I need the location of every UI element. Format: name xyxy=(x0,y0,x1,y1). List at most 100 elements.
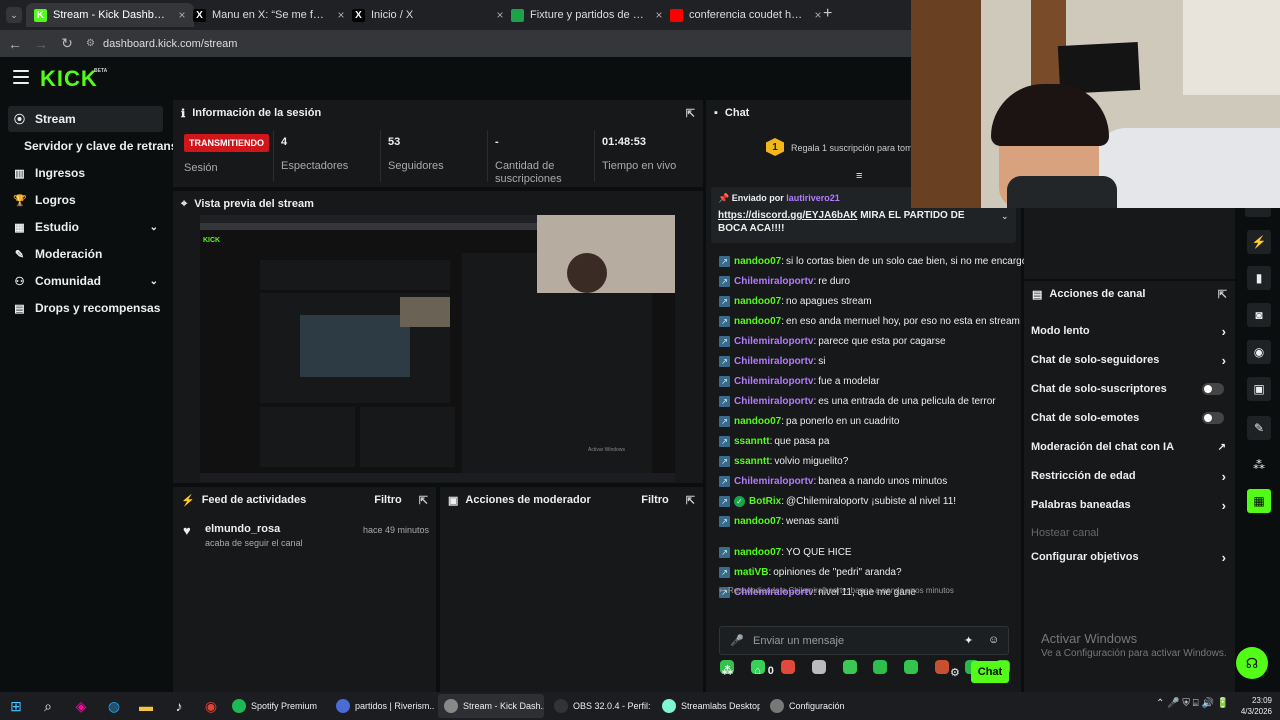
chat-scroll-icon[interactable]: ≡ xyxy=(856,170,862,182)
reload-icon[interactable]: ↻ xyxy=(54,35,80,52)
browser-tab[interactable]: Fixture y partidos de 04-03-202× xyxy=(503,3,671,27)
tab-search-icon[interactable]: ⌄ xyxy=(6,7,22,23)
hamburger-menu-icon[interactable] xyxy=(13,70,29,84)
chat-message[interactable]: ↗ nandoo07: YO QUE HICE xyxy=(719,547,852,558)
chat-settings-icon[interactable]: ⚙ xyxy=(950,666,960,679)
clapper-icon[interactable]: ▦ xyxy=(1247,489,1271,513)
url-field[interactable]: ⚙ dashboard.kick.com/stream xyxy=(86,38,237,50)
chat-username[interactable]: nandoo07 xyxy=(734,296,781,307)
chat-username[interactable]: Chilemiraloportv xyxy=(734,276,813,287)
browser-tab[interactable]: conferencia coudet hoy - YouTu× xyxy=(662,3,830,27)
chat-message[interactable]: ↗ nandoo07: si lo cortas bien de un solo c… xyxy=(719,256,1027,267)
stream-preview-video[interactable]: KICK Activar Windows xyxy=(200,215,675,482)
sidebar-item[interactable]: ⚇ Comunidad ⌄ xyxy=(8,268,163,294)
chat-username[interactable]: nandoo07 xyxy=(734,547,781,558)
chat-username[interactable]: nandoo07 xyxy=(734,416,781,427)
chat-username[interactable]: nandoo07 xyxy=(734,256,781,267)
chat-message[interactable]: ↗ Chilemiraloportv: fue a modelar xyxy=(719,376,879,387)
chat-username[interactable]: ssanntt xyxy=(734,436,770,447)
browser-tab[interactable]: X Inicio / X × xyxy=(344,3,512,27)
id-card-icon[interactable]: ▣ xyxy=(1247,377,1271,401)
mod-filter-button[interactable]: Filtro xyxy=(641,494,669,506)
community-icon[interactable]: ⁂ xyxy=(1247,453,1271,477)
chat-message[interactable]: ↗ ssanntt: que pasa pa xyxy=(719,436,829,447)
emoji-icon[interactable]: ☺ xyxy=(988,634,999,646)
chat-message[interactable]: ↗ Chilemiraloportv: si xyxy=(719,356,825,367)
activity-user[interactable]: elmundo_rosa xyxy=(205,523,280,535)
browser-tab[interactable]: K Stream - Kick Dashboard × xyxy=(26,3,194,27)
message-icon[interactable]: ◙ xyxy=(1247,303,1271,327)
chat-username[interactable]: nandoo07 xyxy=(734,316,781,327)
chat-message[interactable]: ↗ Chilemiraloportv: parece que esta por ca… xyxy=(719,336,946,347)
sidebar-item[interactable]: ⦿ Stream xyxy=(8,106,163,132)
chat-message[interactable]: ↗ matiVB: opiniones de "pedri" aranda? xyxy=(719,567,902,578)
sparkle-icon[interactable]: ✦ xyxy=(964,634,973,647)
gift-sub-text[interactable]: Regala 1 suscripción para toma xyxy=(791,143,918,153)
sidebar-item[interactable]: Servidor y clave de retransm xyxy=(8,133,173,159)
chat-message[interactable]: ↗ nandoo07: en eso anda mernuel hoy, por e… xyxy=(719,316,1020,327)
chat-username[interactable]: Chilemiraloportv xyxy=(734,376,813,387)
emote-icon[interactable] xyxy=(934,660,949,674)
browser-tab[interactable]: XManu en X: “Se me fue larga? A× xyxy=(185,3,353,27)
tiktok-icon[interactable]: ♪ xyxy=(162,692,196,720)
sidebar-item[interactable]: ▦ Estudio ⌄ xyxy=(8,214,163,240)
pinned-link[interactable]: https://discord.gg/EYJA6bAK xyxy=(718,210,857,221)
pinned-expand-icon[interactable]: ⌄ xyxy=(1001,211,1009,222)
store-icon[interactable]: ⌂ xyxy=(754,665,761,677)
windows-start-icon[interactable]: ⊞ xyxy=(0,692,32,720)
emote-icon[interactable] xyxy=(811,660,826,674)
toggle-switch[interactable] xyxy=(1202,412,1224,424)
chat-input[interactable]: 🎤 Enviar un mensaje ✦ ☺ xyxy=(719,626,1009,655)
chat-message[interactable]: ↗ ssanntt: volvio miguelito? xyxy=(719,456,848,467)
chat-username[interactable]: Chilemiraloportv xyxy=(734,396,813,407)
copilot-icon[interactable]: ◈ xyxy=(64,692,98,720)
taskbar-app[interactable]: Stream - Kick Dash... xyxy=(438,694,544,718)
emote-icon[interactable] xyxy=(903,660,918,674)
chat-message[interactable]: ↗ nandoo07: no apagues stream xyxy=(719,296,872,307)
broadcast-icon[interactable]: ◉ xyxy=(1247,340,1271,364)
taskbar-app[interactable]: OBS 32.0.4 - Perfil: ... xyxy=(548,694,652,718)
lightning-icon[interactable]: ⚡ xyxy=(1247,230,1271,254)
new-tab-button[interactable]: + xyxy=(823,5,832,23)
chat-username[interactable]: BotRix xyxy=(749,496,781,507)
mod-popout-icon[interactable]: ⇱ xyxy=(686,494,695,507)
send-chat-button[interactable]: Chat xyxy=(971,661,1009,683)
channel-action-item[interactable]: Chat de solo-suscriptores xyxy=(1031,379,1226,399)
chat-message[interactable]: ↗ ✓ BotRix: @Chilemiraloportv ¡subiste al n… xyxy=(719,496,956,507)
chrome-icon[interactable]: ◉ xyxy=(196,692,226,720)
emote-icon[interactable] xyxy=(873,660,888,674)
taskbar-app[interactable]: Configuración xyxy=(764,694,864,718)
emote-icon[interactable] xyxy=(781,660,796,674)
channel-action-item[interactable]: Configurar objetivos › xyxy=(1031,547,1226,567)
channel-action-item[interactable]: Moderación del chat con IA ↗ xyxy=(1031,437,1226,457)
chat-username[interactable]: matiVB xyxy=(734,567,768,578)
chat-message[interactable]: ↗ nandoo07: pa ponerlo en un cuadrito xyxy=(719,416,899,427)
chat-username[interactable]: Chilemiraloportv xyxy=(734,476,813,487)
sidebar-item[interactable]: ▤ Drops y recompensas xyxy=(8,295,163,321)
chat-message[interactable]: ↗ Chilemiraloportv: re duro xyxy=(719,276,850,287)
sidebar-item[interactable]: ▥ Ingresos xyxy=(8,160,163,186)
clock[interactable]: 23:09 4/3/2026 xyxy=(1238,695,1272,717)
system-tray[interactable]: ⌃ 🎤 ⛨ ⌸ 🔊 🔋 xyxy=(1156,698,1229,709)
file-explorer-icon[interactable]: ▬ xyxy=(130,692,162,720)
activity-popout-icon[interactable]: ⇱ xyxy=(419,494,428,507)
toggle-switch[interactable] xyxy=(1202,383,1224,395)
wrench-icon[interactable]: ✎ xyxy=(1247,416,1271,440)
taskbar-app[interactable]: Spotify Premium xyxy=(226,694,326,718)
sidebar-item[interactable]: ✎ Moderación xyxy=(8,241,163,267)
popout-icon[interactable]: ⇱ xyxy=(686,107,695,120)
chat-username[interactable]: Chilemiraloportv xyxy=(734,336,813,347)
edge-icon[interactable]: ◍ xyxy=(98,692,130,720)
document-icon[interactable]: ▮ xyxy=(1247,266,1271,290)
support-chat-icon[interactable]: ☊ xyxy=(1236,647,1268,679)
mic-icon[interactable]: 🎤 xyxy=(730,634,744,647)
chat-username[interactable]: nandoo07 xyxy=(734,516,781,527)
channel-actions-popout-icon[interactable]: ⇱ xyxy=(1218,288,1227,301)
search-icon[interactable]: ⌕ xyxy=(32,692,64,720)
emote-icon[interactable] xyxy=(842,660,857,674)
forward-icon[interactable]: → xyxy=(28,36,54,52)
sidebar-item[interactable]: 🏆 Logros xyxy=(8,187,163,213)
back-icon[interactable]: ← xyxy=(2,36,28,52)
channel-action-item[interactable]: Restricción de edad › xyxy=(1031,466,1226,486)
taskbar-app[interactable]: Streamlabs Desktop xyxy=(656,694,760,718)
